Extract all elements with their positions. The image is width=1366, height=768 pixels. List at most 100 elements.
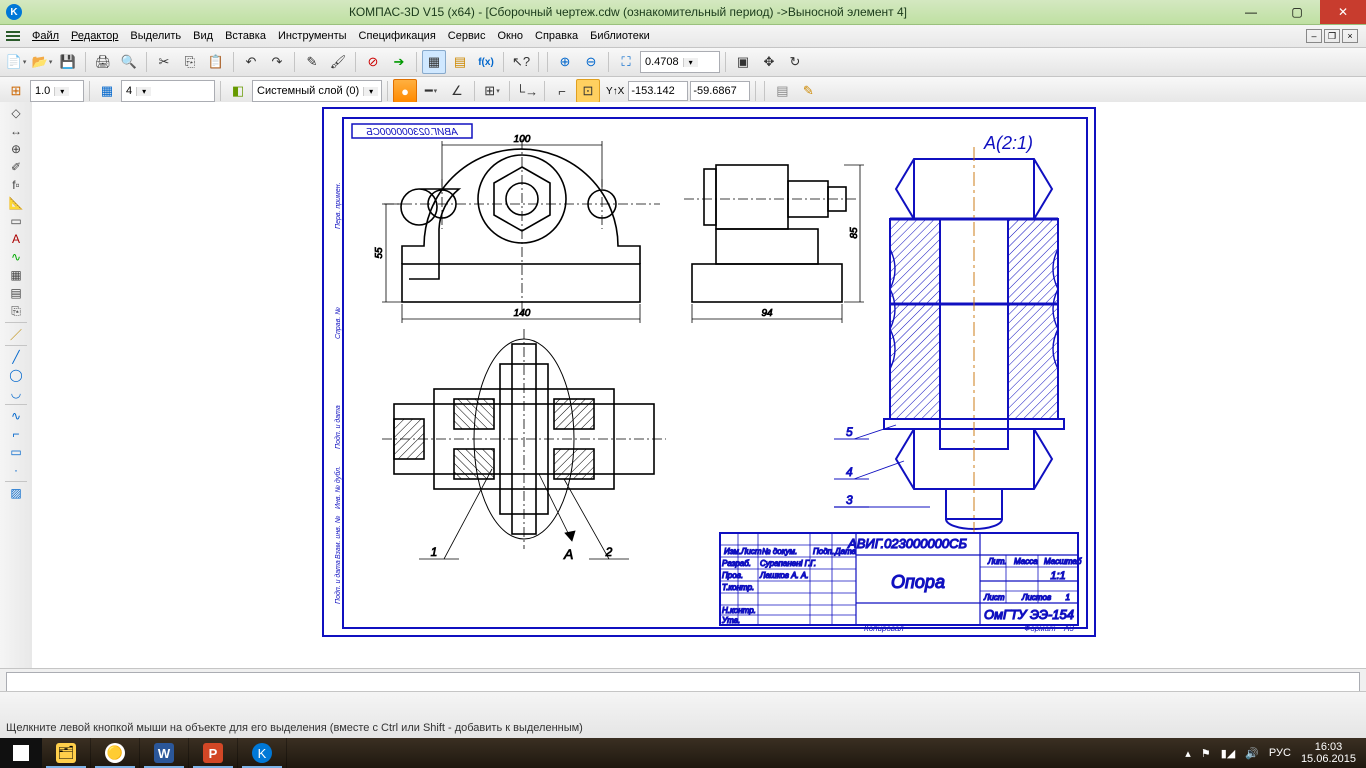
layer-state-button[interactable]: ◧ <box>226 79 250 103</box>
print-button[interactable]: 🖨 <box>91 50 115 74</box>
zoom-extents-button[interactable]: ▣ <box>731 50 755 74</box>
help-cursor-button[interactable]: ↖? <box>509 50 533 74</box>
coord-x-input[interactable] <box>628 81 688 101</box>
zoom-fit-button[interactable]: ⛶ <box>614 50 638 74</box>
round-button[interactable]: ⊡ <box>576 79 600 103</box>
app-menu-icon[interactable] <box>4 29 22 43</box>
open-button[interactable]: 📂▾ <box>30 50 54 74</box>
zoom-combo[interactable]: 0.4708▾ <box>640 51 720 73</box>
variables-button[interactable]: ▦ <box>422 50 446 74</box>
tray-lang[interactable]: РУС <box>1269 747 1291 759</box>
save-button[interactable]: 💾 <box>56 50 80 74</box>
task-powerpoint[interactable]: P <box>189 738 238 768</box>
paste-button[interactable]: 📋 <box>204 50 228 74</box>
fx-button[interactable]: f(x) <box>474 50 498 74</box>
menu-editor[interactable]: Редактор <box>65 28 124 44</box>
vt-aux[interactable]: ╱ <box>4 348 28 366</box>
step-combo[interactable]: 1.0▾ <box>30 80 84 102</box>
svg-text:А(2:1): А(2:1) <box>983 133 1033 153</box>
vt-select[interactable]: ▭ <box>4 212 28 230</box>
tray-flag-icon[interactable]: ⚑ <box>1201 747 1211 760</box>
vt-rect[interactable]: ▭ <box>4 443 28 461</box>
menu-spec[interactable]: Спецификация <box>353 28 442 44</box>
menu-service[interactable]: Сервис <box>442 28 492 44</box>
perp-button[interactable]: ⌐ <box>550 79 574 103</box>
vt-dimensions[interactable]: ↔ <box>4 122 28 140</box>
layers-button[interactable]: ▦ <box>95 79 119 103</box>
menu-libs[interactable]: Библиотеки <box>584 28 656 44</box>
taskbar: 🗂 🟡 W P K ▴ ⚑ ▮◢ 🔊 РУС 16:0315.06.2015 <box>0 738 1366 768</box>
preview-button[interactable]: 🔍 <box>117 50 141 74</box>
drawing-canvas[interactable]: АВИГ.023000000СБ <box>32 102 1366 670</box>
vt-text[interactable]: A <box>4 230 28 248</box>
task-explorer[interactable]: 🗂 <box>42 738 91 768</box>
pan-button[interactable]: ✥ <box>757 50 781 74</box>
menu-file[interactable]: Файл <box>26 28 65 44</box>
undo-button[interactable]: ↶ <box>239 50 263 74</box>
spec-object-button[interactable]: ▤ <box>770 79 794 103</box>
task-word[interactable]: W <box>140 738 189 768</box>
tray-up-icon[interactable]: ▴ <box>1185 747 1191 760</box>
vt-report[interactable]: ▤ <box>4 284 28 302</box>
menu-view[interactable]: Вид <box>187 28 219 44</box>
menu-help[interactable]: Справка <box>529 28 584 44</box>
apply-button[interactable]: ➔ <box>387 50 411 74</box>
grid-button[interactable]: ⊞▾ <box>480 79 504 103</box>
coord-y-input[interactable] <box>690 81 750 101</box>
minimize-button[interactable]: — <box>1228 0 1274 24</box>
tray-volume-icon[interactable]: 🔊 <box>1245 747 1259 760</box>
cut-button[interactable]: ✂ <box>152 50 176 74</box>
menu-insert[interactable]: Вставка <box>219 28 272 44</box>
snap-button[interactable]: ⊞ <box>4 79 28 103</box>
vt-chamfer[interactable]: ⌐ <box>4 425 28 443</box>
menu-window[interactable]: Окно <box>491 28 529 44</box>
vt-params[interactable]: f▫ <box>4 176 28 194</box>
task-chrome[interactable]: 🟡 <box>91 738 140 768</box>
mdi-minimize[interactable]: – <box>1306 29 1322 43</box>
layer-combo[interactable]: Системный слой (0)▾ <box>252 80 382 102</box>
lcs-button[interactable]: └→ <box>515 79 539 103</box>
mdi-restore[interactable]: ❐ <box>1324 29 1340 43</box>
line-style-button[interactable]: ━▾ <box>419 79 443 103</box>
menu-select[interactable]: Выделить <box>124 28 187 44</box>
maximize-button[interactable]: ▢ <box>1274 0 1320 24</box>
vt-insert[interactable]: ⎘ <box>4 302 28 320</box>
cancel-button[interactable]: ⊘ <box>361 50 385 74</box>
status-bar: Щелкните левой кнопкой мыши на объекте д… <box>0 691 1366 738</box>
vt-symbols[interactable]: ⊕ <box>4 140 28 158</box>
tray-network-icon[interactable]: ▮◢ <box>1221 747 1236 760</box>
command-input[interactable] <box>6 672 1360 692</box>
vt-edit[interactable]: ✐ <box>4 158 28 176</box>
tray-clock[interactable]: 16:0315.06.2015 <box>1301 741 1356 765</box>
mdi-close[interactable]: × <box>1342 29 1358 43</box>
ortho-button[interactable]: ● <box>393 79 417 103</box>
menu-tools[interactable]: Инструменты <box>272 28 353 44</box>
copy-props-button[interactable]: 🖌 <box>326 50 350 74</box>
vt-line[interactable]: ／ <box>4 325 28 343</box>
vt-geometry[interactable]: ◇ <box>4 104 28 122</box>
svg-text:Лист: Лист <box>983 593 1005 602</box>
properties-button[interactable]: ✎ <box>300 50 324 74</box>
zoom-out-button[interactable]: ⊖ <box>579 50 603 74</box>
angle-snap-button[interactable]: ∠ <box>445 79 469 103</box>
zoom-in-button[interactable]: ⊕ <box>553 50 577 74</box>
library-button[interactable]: ▤ <box>448 50 472 74</box>
layer-num-combo[interactable]: 4▾ <box>121 80 215 102</box>
vt-measure[interactable]: 📐 <box>4 194 28 212</box>
vt-arc[interactable]: ◡ <box>4 384 28 402</box>
vertical-toolbar: ◇ ↔ ⊕ ✐ f▫ 📐 ▭ A ∿ ▦ ▤ ⎘ ／ ╱ ◯ ◡ ∿ ⌐ ▭ ·… <box>0 102 33 670</box>
vt-spec[interactable]: ▦ <box>4 266 28 284</box>
copy-button[interactable]: ⎘ <box>178 50 202 74</box>
start-button[interactable] <box>0 738 42 768</box>
close-button[interactable]: ✕ <box>1320 0 1366 24</box>
vt-hatch[interactable]: ▨ <box>4 484 28 502</box>
redo-button[interactable]: ↷ <box>265 50 289 74</box>
new-button[interactable]: 📄▾ <box>4 50 28 74</box>
vt-point[interactable]: · <box>4 461 28 479</box>
vt-spline[interactable]: ∿ <box>4 407 28 425</box>
redraw-button[interactable]: ↻ <box>783 50 807 74</box>
vt-circle[interactable]: ◯ <box>4 366 28 384</box>
spec-edit-button[interactable]: ✎ <box>796 79 820 103</box>
vt-assoc[interactable]: ∿ <box>4 248 28 266</box>
task-kompas[interactable]: K <box>238 738 287 768</box>
